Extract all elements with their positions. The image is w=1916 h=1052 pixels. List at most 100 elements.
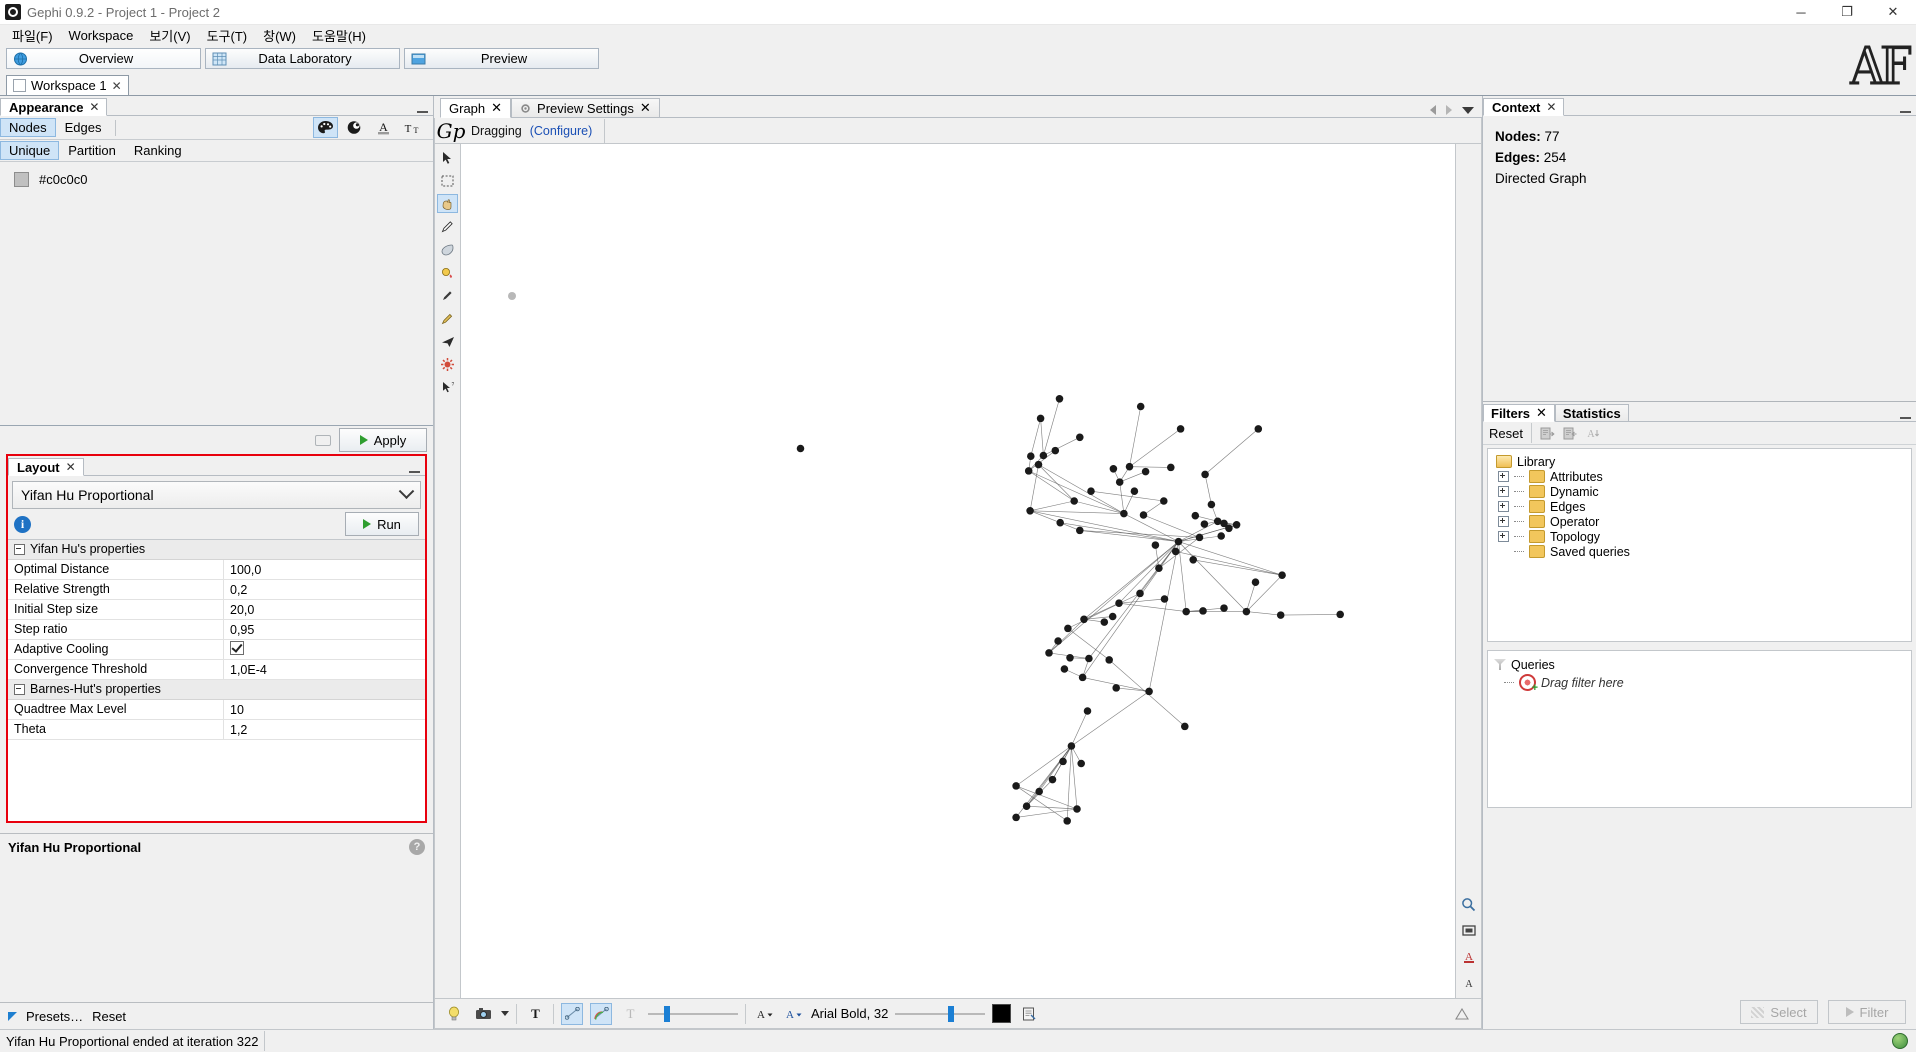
graph-node[interactable] xyxy=(1276,611,1285,619)
filter-import-icon[interactable] xyxy=(1540,427,1555,440)
graph-node[interactable] xyxy=(1036,414,1045,423)
library-root-node[interactable]: Library xyxy=(1496,454,1911,469)
graph-node[interactable] xyxy=(1151,541,1160,549)
graph-node[interactable] xyxy=(1336,610,1344,619)
graph-node[interactable] xyxy=(1160,497,1168,505)
table-row[interactable]: Theta 1,2 xyxy=(8,720,425,740)
close-icon[interactable]: ✕ xyxy=(1536,405,1547,421)
graph-node[interactable] xyxy=(1232,521,1241,529)
lightbulb-icon[interactable] xyxy=(443,1003,465,1025)
filter-export-icon[interactable] xyxy=(1563,427,1578,440)
graph-node[interactable] xyxy=(1054,637,1062,645)
nodesize-icon[interactable] xyxy=(342,117,367,138)
graph-node[interactable] xyxy=(1155,564,1163,572)
property-value[interactable]: 1,0E-4 xyxy=(224,663,425,677)
paint-bucket-tool[interactable] xyxy=(437,263,458,282)
graph-node[interactable] xyxy=(1176,425,1185,433)
graph-node[interactable] xyxy=(1167,463,1175,472)
graph-node[interactable] xyxy=(1174,537,1183,546)
select-button[interactable]: Select xyxy=(1740,1000,1818,1024)
drag-tool[interactable] xyxy=(437,194,458,213)
cursor-tool[interactable] xyxy=(437,148,458,167)
graph-node[interactable] xyxy=(1251,578,1260,586)
graph-node[interactable] xyxy=(1026,507,1034,515)
configure-link[interactable]: (Configure) xyxy=(530,124,593,138)
graph-node[interactable] xyxy=(1083,707,1092,715)
label-color-icon[interactable]: A xyxy=(371,117,396,138)
camera-dropdown-icon[interactable] xyxy=(501,1011,509,1016)
property-value[interactable]: 100,0 xyxy=(224,563,425,577)
table-row[interactable]: Convergence Threshold 1,0E-4 xyxy=(8,660,425,680)
tab-preview[interactable]: Preview xyxy=(404,48,599,69)
collapse-icon[interactable] xyxy=(14,684,25,695)
edge-pencil-tool[interactable] xyxy=(437,286,458,305)
graph-node[interactable] xyxy=(1171,547,1180,556)
appearance-color-row[interactable]: #c0c0c0 xyxy=(14,172,433,187)
graph-node[interactable] xyxy=(1108,612,1117,621)
tab-graph[interactable]: Graph ✕ xyxy=(440,98,512,118)
expand-icon[interactable] xyxy=(1498,486,1509,497)
scroll-right-icon[interactable] xyxy=(1446,105,1452,115)
table-row[interactable]: Initial Step size 20,0 xyxy=(8,600,425,620)
rectangle-select-tool[interactable] xyxy=(437,171,458,190)
expand-icon[interactable] xyxy=(1498,471,1509,482)
camera-icon[interactable] xyxy=(472,1003,494,1025)
filters-reset-button[interactable]: Reset xyxy=(1489,426,1523,441)
tab-list-icon[interactable] xyxy=(1462,106,1474,114)
tab-preview-settings[interactable]: Preview Settings ✕ xyxy=(511,98,660,118)
menu-help[interactable]: 도움말(H) xyxy=(304,25,374,46)
appearance-unique-button[interactable]: Unique xyxy=(0,141,60,160)
label-text-toggle-button[interactable]: T xyxy=(619,1003,641,1025)
decrease-font-button[interactable]: A xyxy=(753,1003,775,1025)
close-icon[interactable]: ✕ xyxy=(491,100,502,116)
graph-node[interactable] xyxy=(1160,595,1169,603)
graph-node[interactable] xyxy=(1034,460,1043,469)
graph-node[interactable] xyxy=(1220,604,1228,612)
graph-node[interactable] xyxy=(1130,487,1139,495)
table-row[interactable]: Quadtree Max Level 10 xyxy=(8,700,425,720)
appearance-tab[interactable]: Appearance ✕ xyxy=(0,98,108,116)
palette-icon[interactable] xyxy=(313,117,338,138)
graph-node[interactable] xyxy=(1139,511,1148,519)
graph-node[interactable] xyxy=(1066,654,1074,662)
property-value[interactable]: 10 xyxy=(224,703,425,717)
graph-node[interactable] xyxy=(1027,452,1035,460)
expand-icon[interactable] xyxy=(1498,501,1509,512)
drag-filter-placeholder[interactable]: Drag filter here xyxy=(1504,674,1911,694)
graph-node[interactable] xyxy=(1076,526,1084,535)
graph-node[interactable] xyxy=(1182,607,1190,616)
filters-queries-area[interactable]: Queries Drag filter here xyxy=(1487,650,1912,808)
graph-node[interactable] xyxy=(1067,742,1076,750)
slider-knob[interactable] xyxy=(947,1005,954,1022)
zoom-reset-icon[interactable] xyxy=(1458,895,1479,914)
graph-node[interactable] xyxy=(1039,451,1048,460)
graph-node[interactable] xyxy=(1073,805,1081,813)
graph-node[interactable] xyxy=(1080,615,1088,624)
scroll-left-icon[interactable] xyxy=(1430,105,1436,115)
workspace-tab[interactable]: Workspace 1 ✕ xyxy=(6,75,129,95)
minimize-button[interactable]: ─ xyxy=(1778,0,1824,24)
property-group-header[interactable]: Barnes-Hut's properties xyxy=(8,680,425,700)
close-icon[interactable]: ✕ xyxy=(89,100,99,114)
graph-node[interactable] xyxy=(1207,500,1216,509)
library-item-operator[interactable]: Operator xyxy=(1498,514,1911,529)
graph-canvas[interactable] xyxy=(461,144,1455,998)
graph-node[interactable] xyxy=(1045,649,1053,657)
table-row[interactable]: Optimal Distance 100,0 xyxy=(8,560,425,580)
appearance-nodes-button[interactable]: Nodes xyxy=(0,118,56,137)
label-color-swatch[interactable] xyxy=(992,1004,1012,1023)
appearance-edges-button[interactable]: Edges xyxy=(56,118,111,137)
pencil-tool[interactable] xyxy=(437,217,458,236)
menu-tools[interactable]: 도구(T) xyxy=(199,25,256,46)
edge-weight-slider[interactable] xyxy=(648,1005,738,1023)
reset-button[interactable]: Reset xyxy=(92,1009,126,1024)
table-row[interactable]: Adaptive Cooling xyxy=(8,640,425,660)
graph-node[interactable] xyxy=(1145,687,1153,696)
close-button[interactable]: ✕ xyxy=(1870,0,1916,24)
graph-node[interactable] xyxy=(796,444,805,453)
graph-node[interactable] xyxy=(1201,470,1209,479)
warning-icon[interactable] xyxy=(1451,1003,1473,1025)
library-item-dynamic[interactable]: Dynamic xyxy=(1498,484,1911,499)
text-scale-icon[interactable]: A xyxy=(1458,973,1479,992)
graph-node[interactable] xyxy=(1100,618,1109,626)
